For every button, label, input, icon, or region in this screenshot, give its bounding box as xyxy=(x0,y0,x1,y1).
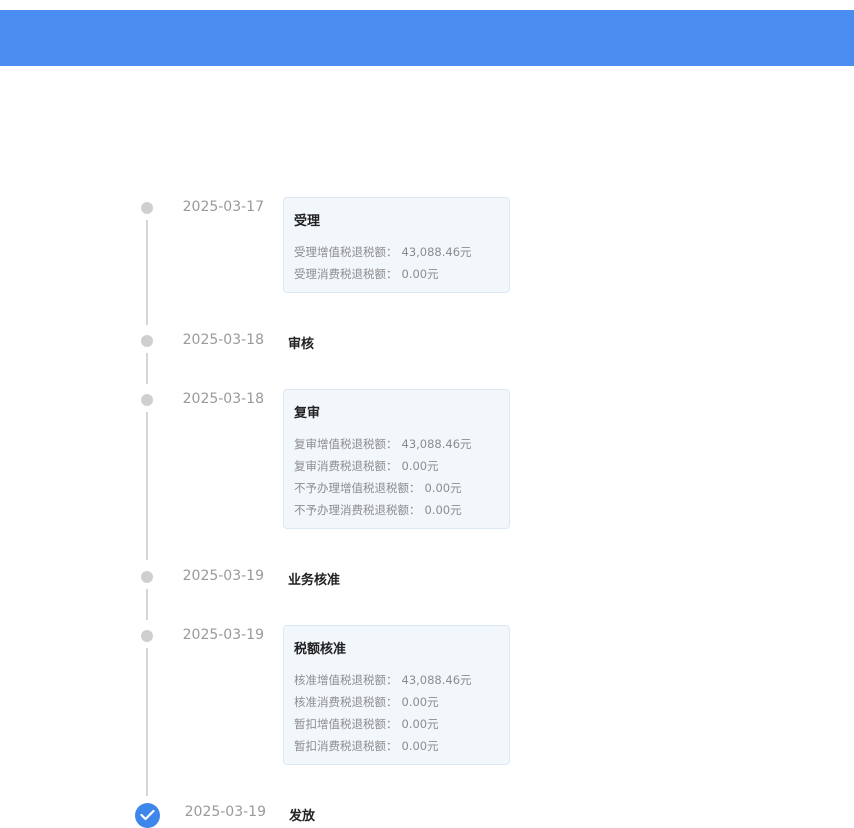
detail-label: 复审消费税退税额： xyxy=(294,459,398,473)
timeline-dot xyxy=(141,202,153,214)
step-date: 2025-03-19 xyxy=(184,804,266,820)
detail-label: 暂扣增值税退税额： xyxy=(294,717,398,731)
detail-row: 核准消费税退税额： 0.00元 xyxy=(294,694,439,710)
timeline-connector xyxy=(146,412,148,560)
detail-value: 0.00元 xyxy=(401,695,439,709)
detail-value: 43,088.46元 xyxy=(401,437,472,451)
detail-label: 受理消费税退税额： xyxy=(294,267,398,281)
detail-label: 受理增值税退税额： xyxy=(294,245,398,259)
step-date: 2025-03-19 xyxy=(182,568,264,584)
detail-row: 暂扣增值税退税额： 0.00元 xyxy=(294,716,439,732)
step-detail-card: 受理 受理增值税退税额： 43,088.46元 受理消费税退税额： 0.00元 xyxy=(283,197,510,293)
detail-row: 复审消费税退税额： 0.00元 xyxy=(294,458,439,474)
step-date: 2025-03-17 xyxy=(182,199,264,215)
detail-label: 核准增值税退税额： xyxy=(294,673,398,687)
timeline-connector xyxy=(146,220,148,325)
progress-timeline: 2025-03-17 受理 受理增值税退税额： 43,088.46元 受理消费税退… xyxy=(0,0,854,828)
timeline-dot xyxy=(141,394,153,406)
detail-label: 核准消费税退税额： xyxy=(294,695,398,709)
step-title: 税额核准 xyxy=(294,642,347,657)
detail-label: 不予办理消费税退税额： xyxy=(294,503,421,517)
timeline-dot xyxy=(141,335,153,347)
detail-value: 0.00元 xyxy=(401,267,439,281)
detail-label: 复审增值税退税额： xyxy=(294,437,398,451)
detail-row: 受理消费税退税额： 0.00元 xyxy=(294,266,439,282)
step-detail-card: 税额核准 核准增值税退税额： 43,088.46元 核准消费税退税额： 0.00元 … xyxy=(283,625,510,765)
step-date: 2025-03-19 xyxy=(182,627,264,643)
step-title: 发放 xyxy=(289,809,316,824)
detail-label: 不予办理增值税退税额： xyxy=(294,481,421,495)
step-title: 复审 xyxy=(294,406,321,421)
detail-value: 0.00元 xyxy=(401,717,439,731)
step-title: 业务核准 xyxy=(288,573,341,588)
timeline-dot xyxy=(141,571,153,583)
detail-row: 复审增值税退税额： 43,088.46元 xyxy=(294,436,472,452)
check-circle-icon xyxy=(135,803,160,828)
detail-value: 0.00元 xyxy=(401,459,439,473)
detail-value: 0.00元 xyxy=(424,481,462,495)
detail-label: 暂扣消费税退税额： xyxy=(294,739,398,753)
step-title: 审核 xyxy=(288,337,315,352)
step-title: 受理 xyxy=(294,214,321,229)
detail-value: 43,088.46元 xyxy=(401,245,472,259)
detail-value: 0.00元 xyxy=(424,503,462,517)
step-detail-card: 复审 复审增值税退税额： 43,088.46元 复审消费税退税额： 0.00元 不予… xyxy=(283,389,510,529)
detail-row: 核准增值税退税额： 43,088.46元 xyxy=(294,672,472,688)
detail-row: 受理增值税退税额： 43,088.46元 xyxy=(294,244,472,260)
timeline-connector xyxy=(146,353,148,384)
detail-value: 0.00元 xyxy=(401,739,439,753)
detail-row: 暂扣消费税退税额： 0.00元 xyxy=(294,738,439,754)
timeline-connector xyxy=(146,648,148,796)
detail-row: 不予办理增值税退税额： 0.00元 xyxy=(294,480,462,496)
detail-value: 43,088.46元 xyxy=(401,673,472,687)
step-date: 2025-03-18 xyxy=(182,391,264,407)
step-date: 2025-03-18 xyxy=(182,332,264,348)
timeline-dot xyxy=(141,630,153,642)
timeline-connector xyxy=(146,589,148,620)
detail-row: 不予办理消费税退税额： 0.00元 xyxy=(294,502,462,518)
